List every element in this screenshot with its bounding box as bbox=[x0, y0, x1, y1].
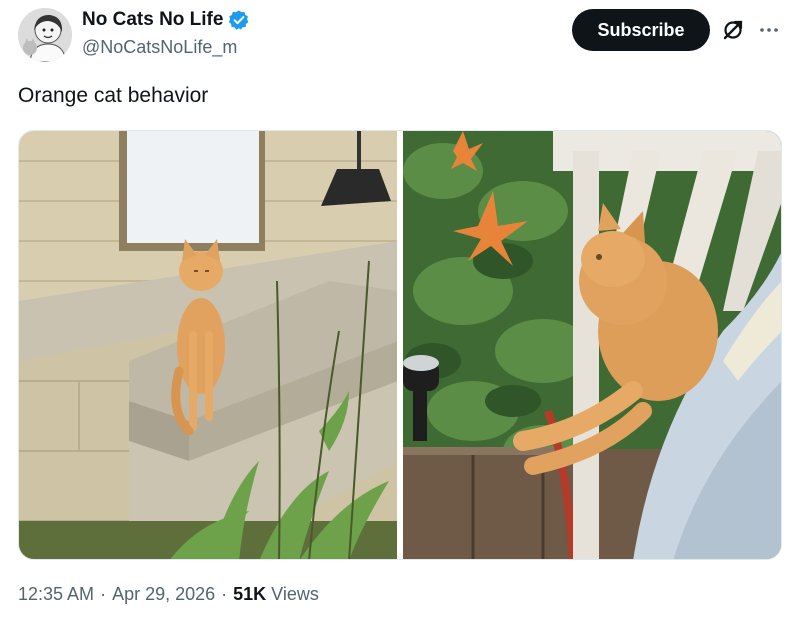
avatar[interactable] bbox=[18, 8, 72, 62]
avatar-image bbox=[18, 8, 72, 62]
cat-on-steps-image bbox=[19, 131, 397, 559]
handle[interactable]: @NoCatsNoLife_m bbox=[82, 37, 237, 58]
date[interactable]: Apr 29, 2026 bbox=[112, 584, 215, 605]
tweet-header: No Cats No Life @NoCatsNoLife_m Subscrib… bbox=[0, 0, 800, 70]
verified-badge-icon bbox=[229, 10, 249, 30]
tweet-text: Orange cat behavior bbox=[18, 84, 209, 107]
subscribe-button[interactable]: Subscribe bbox=[572, 9, 710, 51]
cat-on-deck-image bbox=[403, 131, 781, 559]
name-row: No Cats No Life bbox=[82, 9, 250, 31]
grok-slash-icon[interactable] bbox=[721, 18, 745, 42]
tweet-meta: 12:35 AM · Apr 29, 2026 · 51K Views bbox=[18, 584, 319, 605]
separator: · bbox=[221, 584, 228, 604]
photo-cat-on-deck[interactable] bbox=[403, 131, 781, 559]
timestamp[interactable]: 12:35 AM bbox=[18, 584, 94, 605]
more-dots-icon[interactable] bbox=[757, 18, 781, 42]
views-label: Views bbox=[271, 584, 319, 604]
photo-cat-on-steps[interactable] bbox=[19, 131, 397, 559]
media-grid bbox=[18, 130, 782, 560]
display-name[interactable]: No Cats No Life bbox=[82, 9, 223, 31]
views-count: 51K bbox=[233, 584, 267, 604]
separator: · bbox=[100, 584, 107, 604]
